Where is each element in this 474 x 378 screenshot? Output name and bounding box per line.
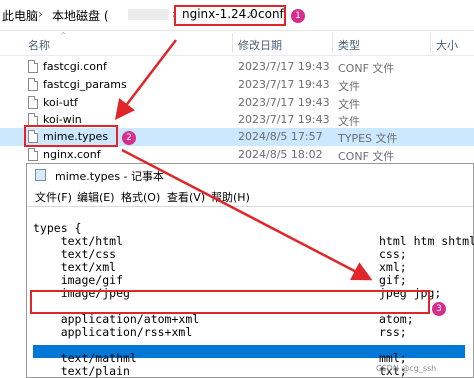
annotation-arrows — [114, 39, 373, 281]
arrow-to-javascript-line — [121, 148, 373, 281]
arrow-to-mime-types — [114, 39, 177, 120]
watermark: CSDN @cg_ssh — [376, 364, 437, 373]
badge-number-3: 3 — [432, 302, 446, 316]
badge-number-1: 1 — [291, 9, 305, 23]
badge-number-2: 2 — [122, 131, 136, 145]
